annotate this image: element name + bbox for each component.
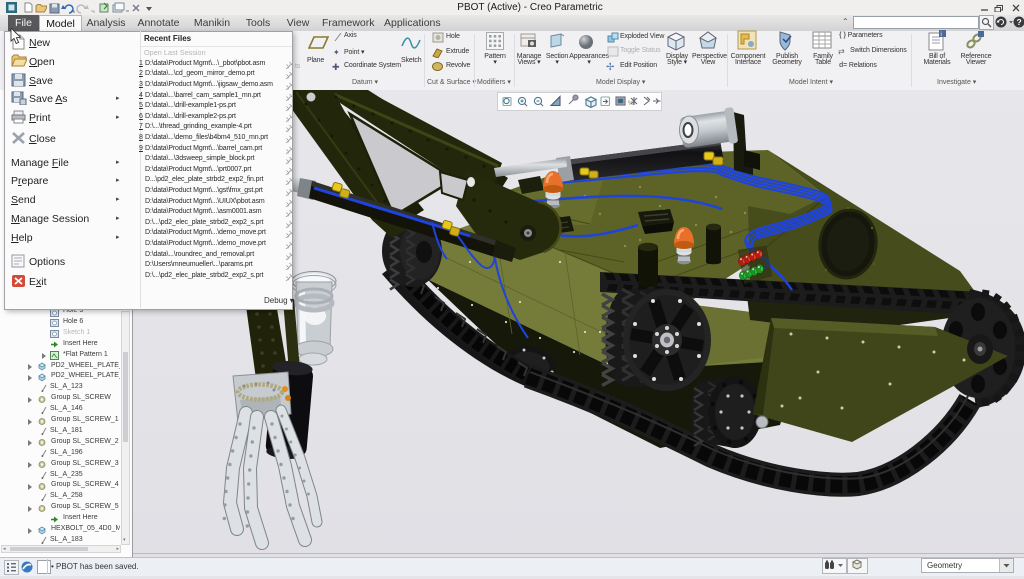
svg-text:✢: ✢ xyxy=(606,62,614,72)
svg-text:✚: ✚ xyxy=(332,62,340,72)
svg-text:✦: ✦ xyxy=(333,48,340,57)
svg-text:i: i xyxy=(941,32,942,38)
svg-text:%: % xyxy=(628,100,634,107)
svg-text:⇄: ⇄ xyxy=(838,47,845,56)
